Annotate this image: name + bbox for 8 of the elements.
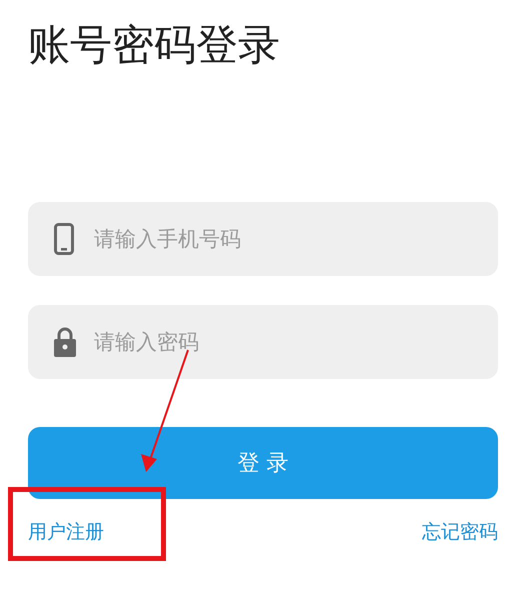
page-title: 账号密码登录 bbox=[28, 19, 281, 71]
phone-icon bbox=[54, 223, 74, 255]
input-field[interactable]: 请输入手机号码 bbox=[28, 202, 498, 276]
input-field[interactable]: 请输入密码 bbox=[28, 305, 498, 379]
login-button[interactable]: 登 录 bbox=[28, 427, 498, 499]
forgot-password-link[interactable]: 忘记密码 bbox=[422, 517, 498, 547]
register-link[interactable]: 用户注册 bbox=[28, 517, 104, 547]
lock-icon bbox=[54, 327, 76, 357]
